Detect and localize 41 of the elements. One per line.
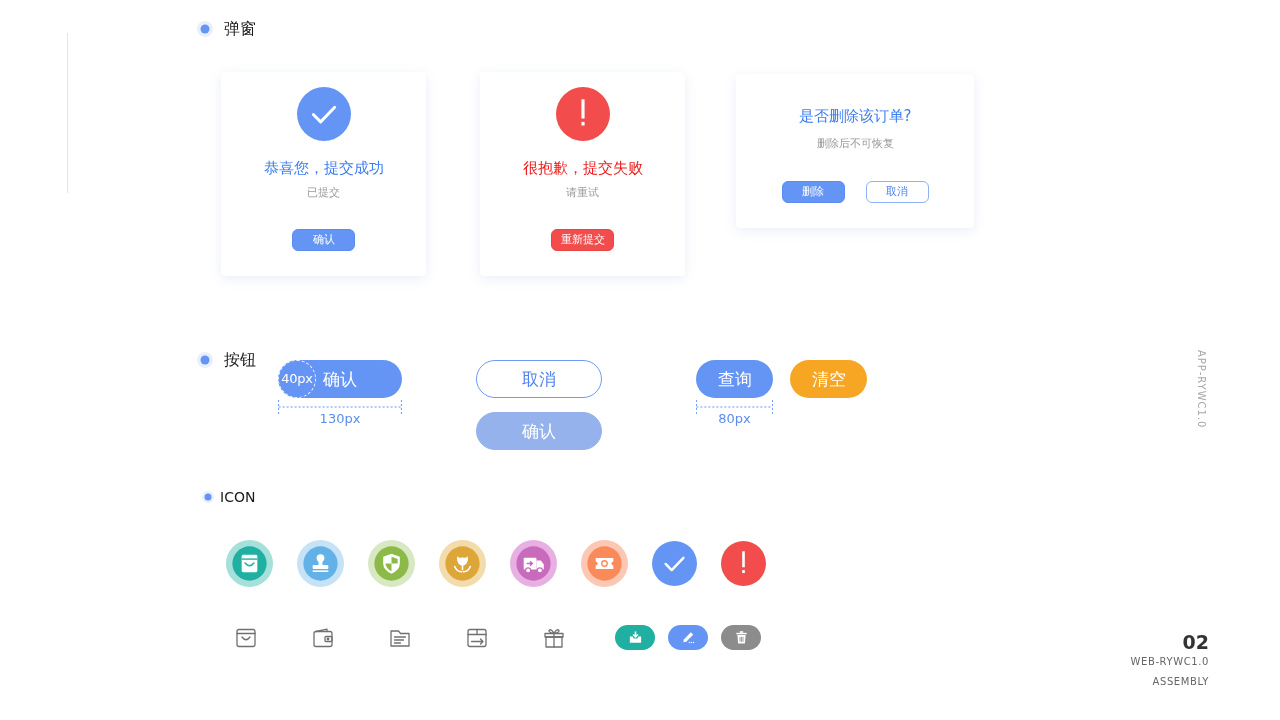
dialog-button[interactable]: 删除: [781, 181, 845, 203]
shopping-bag-icon: [226, 540, 273, 587]
page-number: 02: [1181, 632, 1209, 652]
sample-button[interactable]: 取消: [476, 360, 602, 398]
section-title: 按钮: [224, 350, 256, 370]
stamp-icon: [297, 540, 344, 587]
flower-icon: [439, 540, 486, 587]
dialog-message: 请重试: [566, 185, 599, 201]
edit-button[interactable]: [668, 625, 708, 650]
check-icon: [296, 87, 351, 141]
dialog-title: 恭喜您，提交成功: [263, 158, 384, 178]
check-icon: [652, 541, 697, 586]
pencil-icon: [680, 630, 696, 645]
truck-icon: [510, 540, 557, 587]
dialog-message: 删除后不可恢复: [816, 136, 894, 152]
dialog-button[interactable]: 重新提交: [551, 229, 614, 251]
section-title: ICON: [220, 488, 256, 507]
download-icon: [627, 630, 643, 645]
bullet-icon: [197, 21, 213, 37]
trash-icon: [733, 630, 749, 645]
dialog-title: 是否删除该订单?: [798, 106, 912, 126]
exclamation-icon: [721, 541, 766, 586]
dialog-title: 很抱歉，提交失败: [522, 158, 643, 178]
dimension-label: 80px: [718, 411, 751, 427]
footer-caption: ASSEMBLY: [1151, 675, 1209, 689]
bullet-icon: [197, 352, 213, 368]
dialog-button[interactable]: 取消: [865, 181, 929, 203]
sample-button[interactable]: 查询: [696, 360, 773, 398]
sample-button[interactable]: 清空: [790, 360, 867, 398]
ticket-icon: [581, 540, 628, 587]
footer-code: WEB-RYWC1.0: [1130, 655, 1209, 669]
section-title: 弹窗: [224, 19, 256, 39]
dialog-button[interactable]: 确认: [292, 229, 355, 251]
delete-button[interactable]: [721, 625, 761, 650]
bullet-icon: [202, 491, 214, 503]
shield-icon: [368, 540, 415, 587]
exclamation-icon: [555, 87, 610, 141]
dialog-message: 已提交: [307, 185, 340, 201]
dimension-label: 130px: [319, 411, 361, 427]
side-label: APP-RYWC1.0: [1195, 350, 1208, 429]
download-button[interactable]: [615, 625, 655, 650]
